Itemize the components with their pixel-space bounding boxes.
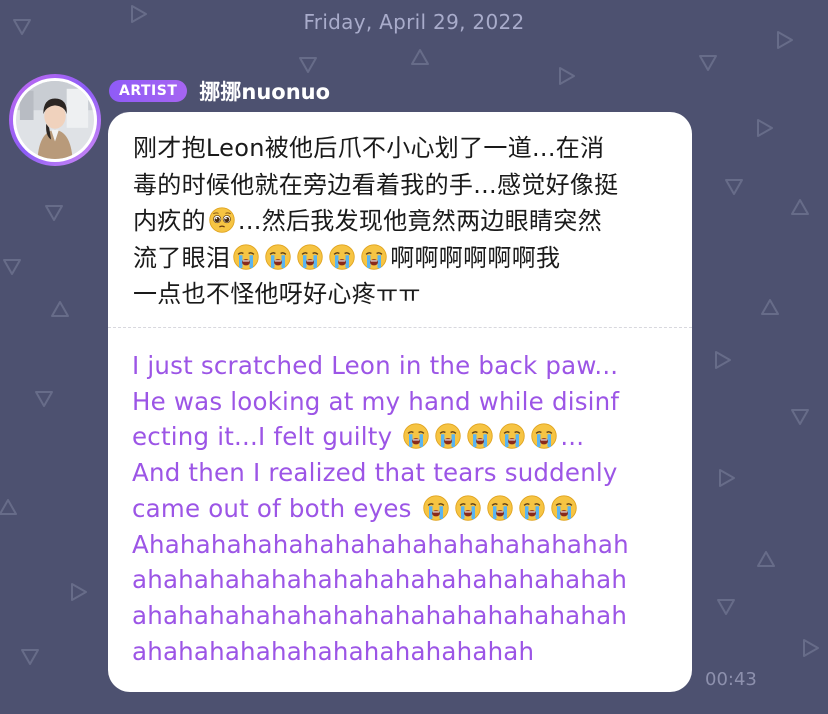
original-line: 毒的时候他就在旁边看着我的手...感觉好像挺 <box>133 170 619 199</box>
crying-face-emoji <box>265 243 291 270</box>
avatar-photo <box>16 81 94 159</box>
original-line: 一点也不怪他呀好心疼ㅠㅠ <box>133 280 421 308</box>
crying-face-emoji <box>454 495 481 521</box>
line-text: 内疚的 <box>133 207 206 235</box>
crying-face-emoji <box>233 243 259 270</box>
pleading-face-emoji <box>209 207 235 233</box>
line-text: ecting it...I felt guilty <box>132 422 401 452</box>
original-message: 刚才抱Leon被他后爪不小心划了一道...在消 毒的时候他就在旁边看着我的手..… <box>133 130 673 313</box>
line-text: ...然后我发现他竟然两边眼睛突然 <box>237 207 602 235</box>
original-line: 流了眼泪 啊啊啊啊啊啊我 <box>133 240 673 277</box>
translated-line: came out of both eyes <box>132 491 684 527</box>
line-text: 啊啊啊啊啊啊我 <box>390 243 561 272</box>
message-timestamp: 00:43 <box>705 669 757 690</box>
translated-line: ahahahahahahahahahahahahah <box>132 636 535 666</box>
original-line: 内疚的 ...然后我发现他竟然两边眼睛突然 <box>133 203 673 240</box>
translated-line: Ahahahahahahahahahahahahahahahah <box>132 529 629 559</box>
crying-face-emoji <box>403 423 429 450</box>
translated-line: ecting it...I felt guilty ... <box>132 419 684 455</box>
translated-line: I just scratched Leon in the back paw... <box>132 351 619 380</box>
avatar-border <box>13 78 97 162</box>
crying-face-emoji <box>550 495 577 521</box>
artist-badge: ARTIST <box>109 80 188 102</box>
translated-line: ahahahahahahahahahahahahahahahah <box>132 600 628 630</box>
line-text: 流了眼泪 <box>133 243 231 272</box>
crying-face-emoji <box>531 423 557 450</box>
crying-face-emoji <box>435 423 461 450</box>
sender-row: ARTIST 挪挪nuonuo <box>109 76 330 106</box>
translated-line: And then I realized that tears suddenly <box>132 458 618 488</box>
translation-divider <box>108 327 692 328</box>
sender-name[interactable]: 挪挪nuonuo <box>199 76 330 106</box>
crying-face-emoji <box>329 243 355 270</box>
avatar[interactable] <box>9 74 101 166</box>
original-line: 刚才抱Leon被他后爪不小心划了一道...在消 <box>133 134 605 162</box>
crying-face-emoji <box>486 495 513 521</box>
crying-face-emoji <box>297 243 323 270</box>
translated-line: ahahahahahahahahahahahahahahahah <box>132 565 628 595</box>
translated-message: I just scratched Leon in the back paw...… <box>132 348 684 669</box>
crying-face-emoji <box>422 495 449 521</box>
line-text: came out of both eyes <box>132 493 420 523</box>
message-bubble[interactable]: 刚才抱Leon被他后爪不小心划了一道...在消 毒的时候他就在旁边看着我的手..… <box>108 112 692 692</box>
date-header: Friday, April 29, 2022 <box>303 10 525 34</box>
crying-face-emoji <box>518 495 545 521</box>
crying-face-emoji <box>467 423 493 450</box>
line-text: ... <box>560 422 585 452</box>
crying-face-emoji <box>499 423 525 450</box>
crying-face-emoji <box>361 243 387 270</box>
translated-line: He was looking at my hand while disinf <box>132 386 620 416</box>
